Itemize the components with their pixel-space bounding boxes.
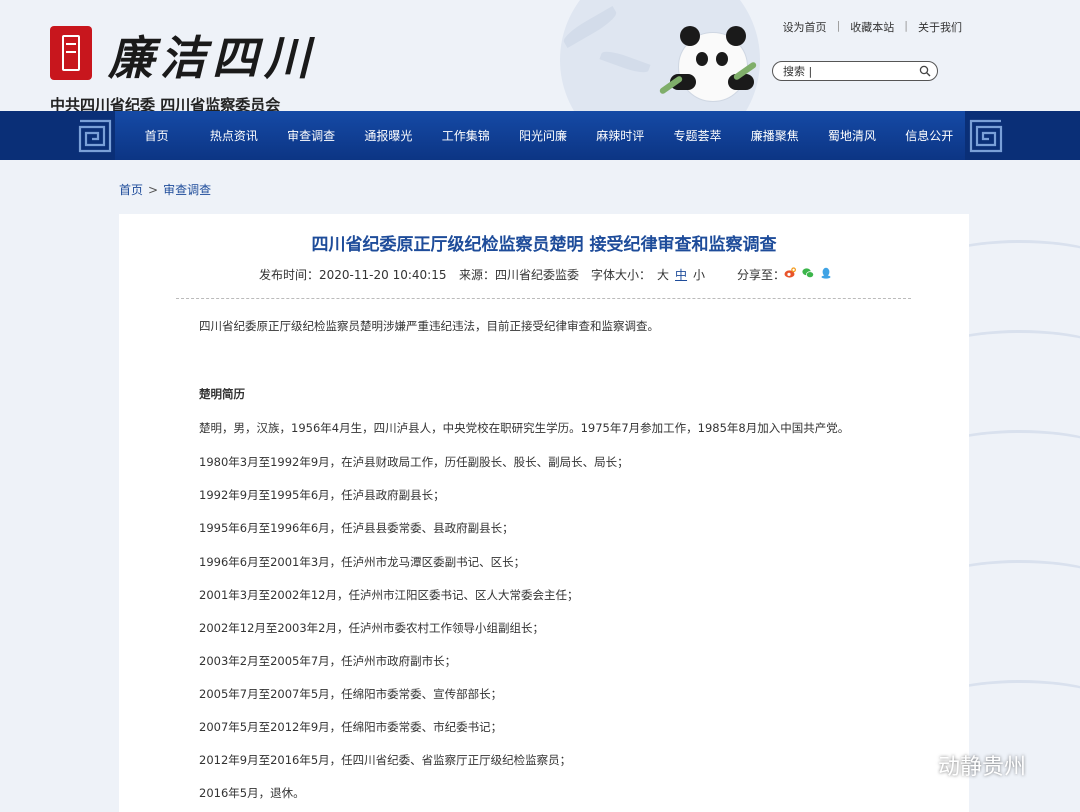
- font-size-control: 字体大小： 大中小: [591, 266, 705, 283]
- site-logo[interactable]: [50, 26, 92, 80]
- source-value: 四川省纪委监委: [495, 268, 580, 282]
- watermark-text: 动静贵州: [938, 755, 1027, 780]
- breadcrumb: 首页 > 审查调查: [119, 181, 211, 198]
- link-separator: |: [836, 19, 841, 32]
- search-input[interactable]: [783, 64, 913, 79]
- section-heading: 楚明简历: [199, 387, 245, 401]
- nav-item-commentary[interactable]: 麻辣时评: [582, 111, 659, 160]
- font-size-small[interactable]: 小: [693, 268, 705, 282]
- nav-item-home[interactable]: 首页: [118, 111, 195, 160]
- nav-item-exposure[interactable]: 通报曝光: [350, 111, 427, 160]
- wechat-icon: [891, 752, 928, 778]
- bookmark-site-link[interactable]: 收藏本站: [850, 19, 894, 35]
- nav-item-work-highlights[interactable]: 工作集锦: [427, 111, 504, 160]
- breadcrumb-home[interactable]: 首页: [119, 183, 143, 197]
- search-box: [772, 61, 938, 81]
- link-separator: |: [904, 19, 908, 32]
- site-header: 廉洁四川 中共四川省纪委 四川省监察委员会 设为首页 | 收藏本站 | 关于我们: [0, 0, 1080, 114]
- source-watermark: 动静贵州: [890, 749, 1026, 781]
- fret-pattern-icon: [78, 119, 112, 153]
- fret-pattern-icon: [969, 119, 1003, 153]
- article-title: 四川省纪委原正厅级纪检监察员楚明 接受纪律审查和监察调查: [311, 235, 777, 255]
- share-label: 分享至：: [737, 268, 786, 282]
- source: 来源：四川省纪委监委: [459, 266, 579, 283]
- resume-entry: 2001年3月至2002年12月，任泸州市江阳区委书记、区人大常委会主任；: [199, 588, 579, 602]
- nav-item-topics[interactable]: 专题荟萃: [659, 111, 736, 160]
- seal-icon: [62, 35, 80, 71]
- font-size-label: 字体大小：: [591, 268, 652, 282]
- search-icon[interactable]: [919, 65, 931, 77]
- nav-item-disclosure[interactable]: 信息公开: [891, 111, 968, 160]
- resume-entry: 2007年5月至2012年9月，任绵阳市委常委、市纪委书记；: [199, 720, 503, 734]
- article-card: 四川省纪委原正厅级纪检监察员楚明 接受纪律审查和监察调查 发布时间：2020-1…: [119, 214, 969, 812]
- nav-item-hot-news[interactable]: 热点资讯: [195, 111, 272, 160]
- font-size-large[interactable]: 大: [657, 268, 669, 282]
- weibo-icon[interactable]: [784, 267, 797, 279]
- resume-entry: 2003年2月至2005年7月，任泸州市政府副市长；: [199, 654, 457, 668]
- about-us-link[interactable]: 关于我们: [918, 19, 962, 35]
- wechat-icon[interactable]: [802, 267, 814, 279]
- nav-right-ornament: [965, 111, 1080, 160]
- publish-time: 发布时间：2020-11-20 10:40:15: [259, 266, 446, 283]
- panda-illustration: [658, 12, 758, 108]
- resume-entry: 1992年9月至1995年6月，任泸县政府副县长；: [199, 488, 445, 502]
- resume-entry: 1996年6月至2001年3月，任泸州市龙马潭区委副书记、区长；: [199, 555, 526, 569]
- nav-item-sichuan-breeze[interactable]: 蜀地清风: [813, 111, 890, 160]
- publish-label: 发布时间：: [259, 268, 320, 282]
- resume-entry: 2012年9月至2016年5月，任四川省纪委、省监察厅正厅级纪检监察员；: [199, 753, 572, 767]
- nav-item-investigation[interactable]: 审查调查: [273, 111, 350, 160]
- qq-icon[interactable]: [820, 267, 832, 279]
- article-paragraph: 楚明，男，汉族，1956年4月生，四川泸县人，中央党校在职研究生学历。1975年…: [199, 421, 850, 435]
- nav-item-broadcast[interactable]: 廉播聚焦: [736, 111, 813, 160]
- resume-entry: 1995年6月至1996年6月，任泸县县委常委、县政府副县长；: [199, 521, 514, 535]
- resume-entry: 1980年3月至1992年9月，在泸县财政局工作，历任副股长、股长、副局长、局长…: [199, 455, 629, 469]
- nav-left-ornament: [0, 111, 115, 160]
- set-homepage-link[interactable]: 设为首页: [783, 19, 827, 35]
- nav-item-sunshine-inquiry[interactable]: 阳光问廉: [504, 111, 581, 160]
- breadcrumb-separator: >: [148, 183, 159, 197]
- site-calligraphy-title: 廉洁四川: [108, 31, 316, 85]
- source-label: 来源：: [459, 268, 496, 282]
- top-links: 设为首页 | 收藏本站 | 关于我们: [783, 19, 962, 35]
- main-navigation: 首页 热点资讯 审查调查 通报曝光 工作集锦 阳光问廉 麻辣时评 专题荟萃 廉播…: [0, 111, 1080, 160]
- resume-entry: 2016年5月，退休。: [199, 786, 305, 800]
- resume-entry: 2005年7月至2007年5月，任绵阳市委常委、宣传部部长；: [199, 687, 503, 701]
- meta-divider: [176, 298, 911, 299]
- article-paragraph: 四川省纪委原正厅级纪检监察员楚明涉嫌严重违纪违法，目前正接受纪律审查和监察调查。: [199, 319, 659, 333]
- resume-entry: 2002年12月至2003年2月，任泸州市委农村工作领导小组副组长；: [199, 621, 544, 635]
- share-buttons: [784, 267, 832, 279]
- breadcrumb-current[interactable]: 审查调查: [163, 183, 211, 197]
- publish-value: 2020-11-20 10:40:15: [319, 268, 447, 282]
- font-size-medium[interactable]: 中: [675, 268, 687, 282]
